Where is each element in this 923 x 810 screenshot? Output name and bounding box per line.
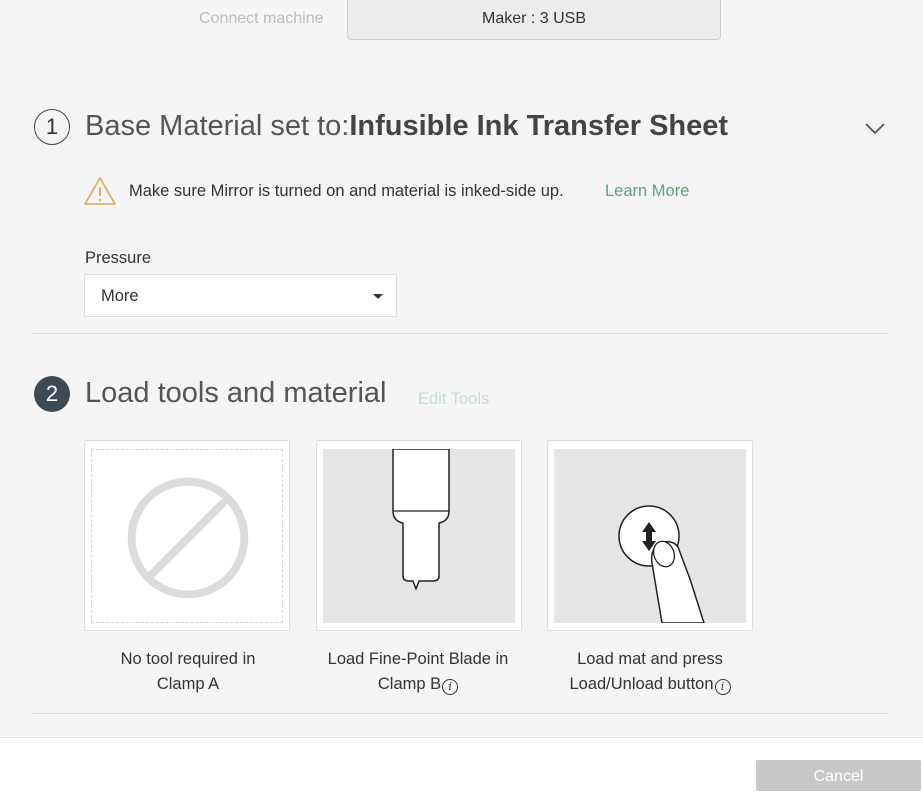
pressure-dropdown[interactable]: More <box>84 274 397 317</box>
edit-tools-link[interactable]: Edit Tools <box>418 390 489 409</box>
caption-line: No tool required in <box>120 650 256 668</box>
step-2-number: 2 <box>34 376 70 412</box>
info-icon[interactable]: i <box>442 679 459 695</box>
clamp-a-caption: No tool required in Clamp A <box>72 647 304 697</box>
caption-line: Load/Unload button <box>569 675 714 693</box>
pressure-label: Pressure <box>85 249 152 267</box>
base-material-name: Infusible Ink Transfer Sheet <box>349 110 729 142</box>
pressure-value: More <box>101 287 139 305</box>
step-1-title: Base Material set to:Infusible Ink Trans… <box>85 110 728 143</box>
caption-line: Load mat and press <box>577 650 723 668</box>
machine-selector[interactable]: Maker : 3 USB <box>347 0 721 40</box>
load-mat-caption: Load mat and press Load/Unload button i <box>534 647 766 697</box>
fine-point-blade-icon <box>323 449 515 623</box>
caption-line: Load Fine-Point Blade in <box>327 650 509 668</box>
load-unload-button-icon <box>554 449 746 623</box>
mirror-warning-text: Make sure Mirror is turned on and materi… <box>129 182 564 200</box>
footer-bar: Cancel <box>0 737 923 810</box>
info-icon[interactable]: i <box>714 679 731 695</box>
step-1-number: 1 <box>34 109 70 145</box>
section-divider <box>33 713 888 714</box>
caption-line: Clamp A <box>156 675 220 693</box>
load-mat-card <box>547 440 753 631</box>
section-divider <box>33 333 888 334</box>
clamp-b-card <box>316 440 522 631</box>
clamp-a-card <box>84 440 290 631</box>
cancel-button[interactable]: Cancel <box>756 760 921 791</box>
chevron-down-icon[interactable] <box>864 120 886 136</box>
connect-machine-row: Connect machine Maker : 3 USB <box>0 0 923 42</box>
step-2-title: Load tools and material <box>85 377 387 409</box>
caret-down-icon <box>373 294 383 299</box>
warning-triangle-icon <box>83 175 117 207</box>
clamp-b-caption: Load Fine-Point Blade in Clamp Bi <box>302 647 534 697</box>
no-tool-icon <box>91 449 283 623</box>
caption-line: Clamp B <box>377 675 442 693</box>
step-1-title-prefix: Base Material set to: <box>85 110 350 142</box>
learn-more-link[interactable]: Learn More <box>605 182 689 201</box>
connect-machine-label: Connect machine <box>199 10 324 27</box>
